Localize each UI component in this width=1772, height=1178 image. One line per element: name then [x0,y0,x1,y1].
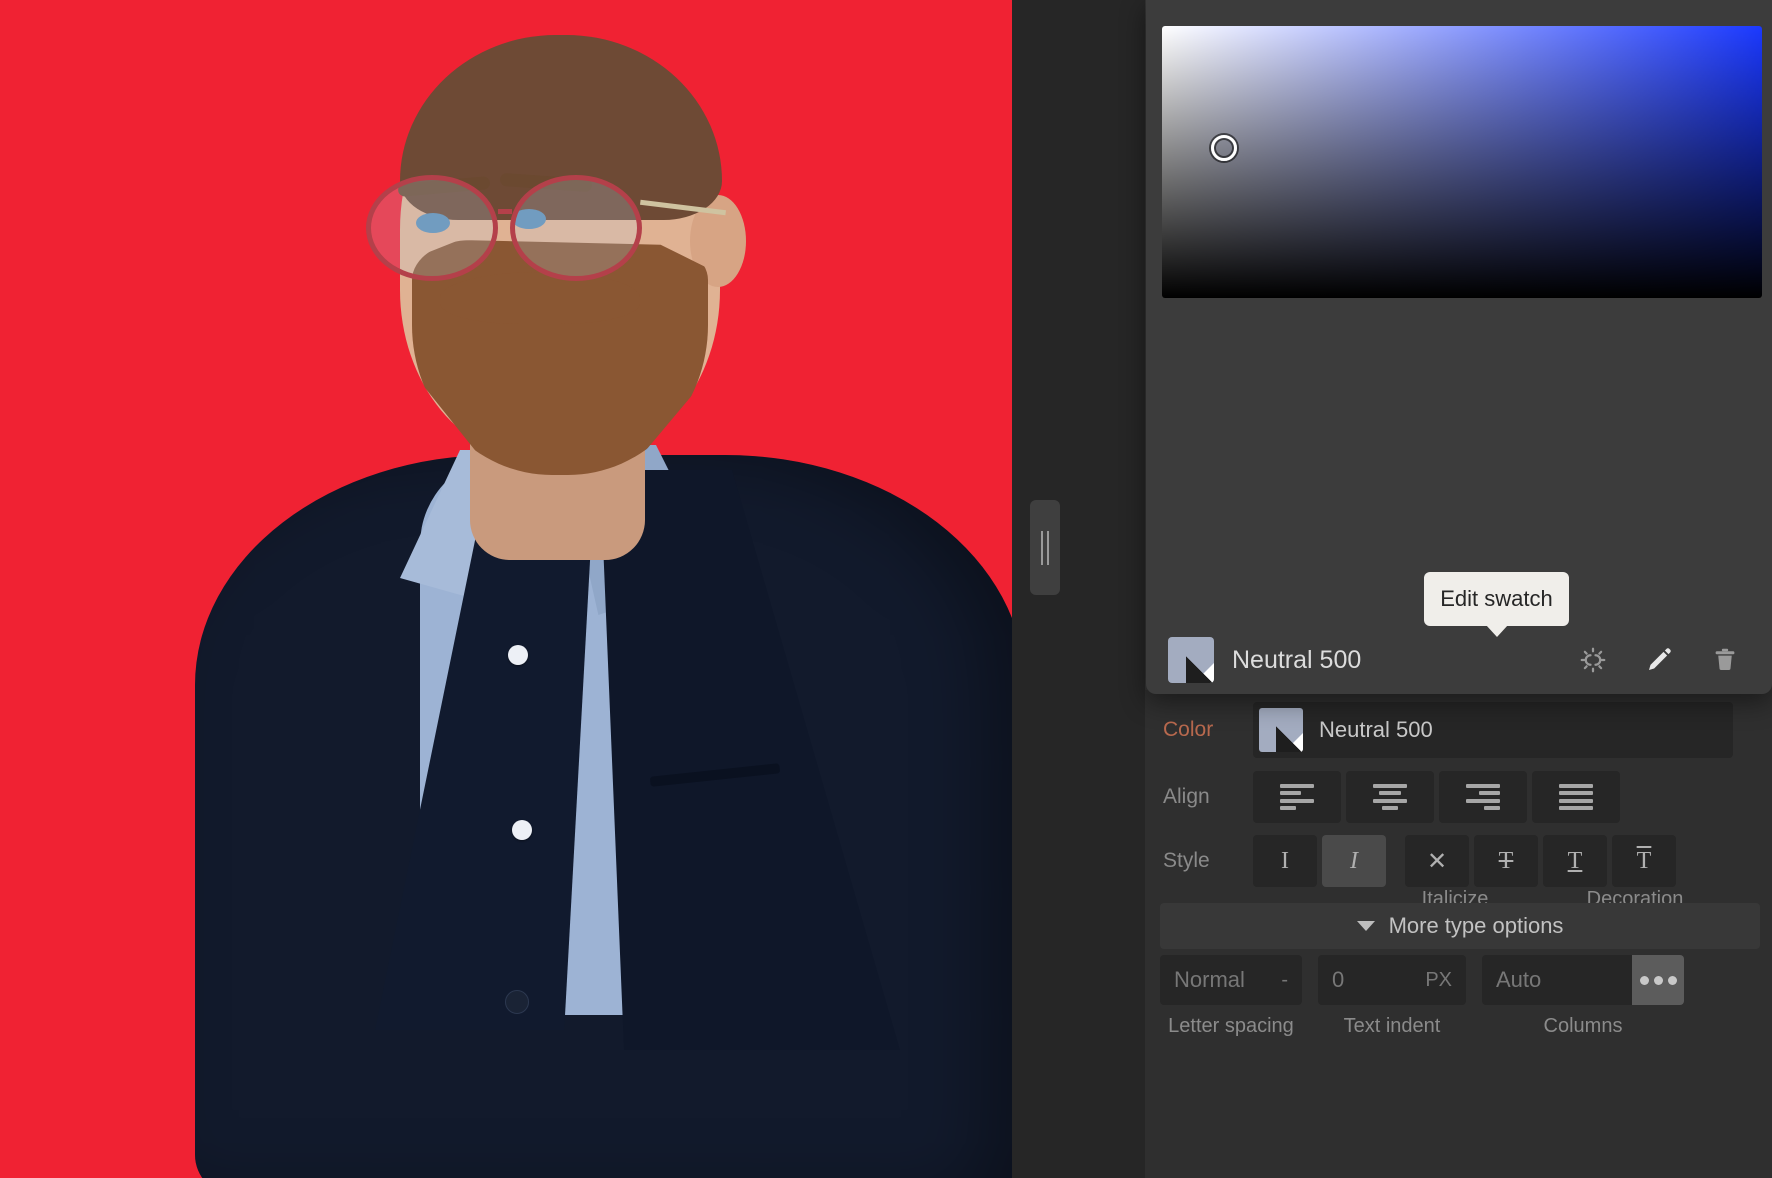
more-type-options-label: More type options [1388,913,1564,938]
unlink-swatch-button[interactable] [1576,643,1610,677]
close-x-icon: ✕ [1426,848,1448,875]
columns-value: Auto [1496,967,1542,992]
selection-outline [0,0,1140,1178]
text-indent-caption: Text indent [1343,1015,1441,1037]
delete-swatch-button[interactable] [1708,643,1742,677]
italicize-group: I I [1253,835,1391,887]
letter-spacing-input[interactable]: Normal - [1160,955,1302,1005]
more-dots-icon [1639,975,1649,985]
style-italic-button[interactable]: I [1322,835,1386,887]
active-swatch-preview[interactable] [1168,637,1214,683]
pencil-icon [1649,648,1671,670]
color-value-label: Neutral 500 [1319,717,1433,742]
panel-resize-handle[interactable] [1030,500,1060,595]
broken-link-icon [1580,647,1606,673]
portrait-photo[interactable] [0,0,1140,1178]
sb-cursor-handle[interactable] [1211,135,1237,161]
underline-icon: T [1567,847,1583,874]
tooltip-label: Edit swatch [1440,586,1553,611]
decoration-strikethrough-button[interactable]: T [1474,835,1538,887]
canvas-area[interactable] [0,0,1145,1178]
letter-spacing-value: Normal [1174,967,1245,992]
align-row: Align [1145,768,1772,826]
style-row: Style I I ✕ T T T [1145,832,1772,890]
align-justify-button[interactable] [1532,771,1620,823]
align-left-button[interactable] [1253,771,1341,823]
overline-icon: T [1636,847,1652,874]
align-right-button[interactable] [1439,771,1527,823]
chevron-down-icon [1356,921,1375,931]
columns-input[interactable]: Auto [1482,955,1632,1005]
italic-i-icon: I [1350,847,1358,874]
active-swatch-name: Neutral 500 [1232,645,1362,674]
bottom-fields-row: Normal - 0 PX Auto [1160,955,1684,1005]
color-label: Color [1163,718,1214,741]
align-button-group [1253,771,1625,823]
edit-swatch-button[interactable] [1642,643,1676,677]
swatch-actions [1576,643,1750,677]
color-value-field[interactable]: Neutral 500 [1253,702,1733,758]
bottom-captions-row: Letter spacing Text indent Columns [1160,1015,1684,1038]
style-upright-button[interactable]: I [1253,835,1317,887]
letter-spacing-unit: - [1281,968,1288,991]
saturation-brightness-field[interactable] [1162,26,1762,298]
align-right-icon [1466,784,1500,810]
align-justify-icon [1559,784,1593,810]
decoration-none-button[interactable]: ✕ [1405,835,1469,887]
upright-i-icon: I [1281,847,1289,874]
style-label: Style [1163,849,1210,872]
trash-icon [1715,648,1735,670]
letter-spacing-caption: Letter spacing [1168,1015,1294,1037]
align-center-icon [1373,784,1407,810]
align-label: Align [1163,785,1210,808]
decoration-overline-button[interactable]: T [1612,835,1676,887]
columns-more-button[interactable] [1632,955,1684,1005]
text-indent-input[interactable]: 0 PX [1318,955,1466,1005]
edit-swatch-tooltip: Edit swatch [1424,572,1569,637]
columns-caption: Columns [1543,1015,1623,1037]
decoration-group: ✕ T T T [1405,835,1681,887]
more-type-options-toggle[interactable]: More type options [1160,903,1760,949]
tooltip-arrow [1485,625,1508,637]
color-swatch-preview[interactable] [1259,708,1303,752]
strikethrough-icon: T [1498,847,1514,874]
align-left-icon [1280,784,1314,810]
decoration-underline-button[interactable]: T [1543,835,1607,887]
columns-control: Auto [1482,955,1684,1005]
text-indent-unit: PX [1425,968,1452,991]
align-center-button[interactable] [1346,771,1434,823]
color-row: Color Neutral 500 [1145,700,1772,760]
text-indent-value: 0 [1332,967,1345,992]
active-swatch-row: Neutral 500 [1146,626,1772,694]
